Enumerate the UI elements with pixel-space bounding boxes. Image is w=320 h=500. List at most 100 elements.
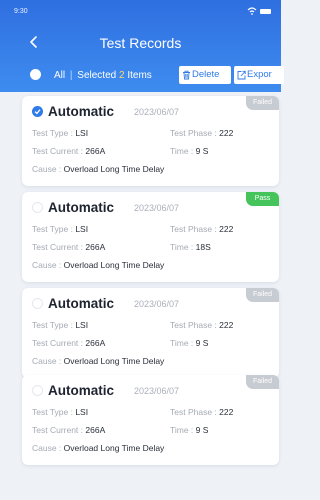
export-icon bbox=[237, 70, 246, 80]
time-field: Time : 9 S bbox=[170, 146, 208, 156]
export-label: Expor bbox=[247, 69, 272, 80]
nav-bar: Test Records bbox=[0, 26, 281, 58]
test-type-label: Test Type : bbox=[32, 320, 73, 330]
record-mode: Automatic bbox=[48, 104, 115, 119]
time-field: Time : 18S bbox=[170, 242, 211, 252]
selection-separator: | bbox=[69, 70, 73, 81]
cause-value: Overload Long Time Delay bbox=[63, 356, 165, 366]
trash-icon bbox=[183, 70, 190, 80]
select-all-label[interactable]: All bbox=[54, 70, 65, 81]
test-phase-value: 222 bbox=[219, 224, 234, 234]
test-current-label: Test Current : bbox=[32, 146, 84, 156]
test-current-label: Test Current : bbox=[32, 338, 84, 348]
test-type-field: Test Type : LSI bbox=[32, 320, 88, 330]
test-phase-label: Test Phase : bbox=[170, 320, 217, 330]
test-phase-field: Test Phase : 222 bbox=[170, 224, 233, 234]
time-label: Time : bbox=[170, 242, 194, 252]
test-phase-value: 222 bbox=[219, 407, 234, 417]
status-bar: 9:30 bbox=[0, 0, 281, 22]
record-card[interactable]: Automatic 2023/06/07 Failed Test Type : … bbox=[22, 375, 279, 465]
cause-value: Overload Long Time Delay bbox=[63, 164, 165, 174]
test-current-value: 266A bbox=[85, 425, 106, 435]
test-type-label: Test Type : bbox=[32, 128, 73, 138]
status-badge: Failed bbox=[246, 375, 279, 389]
test-type-label: Test Type : bbox=[32, 407, 73, 417]
test-phase-value: 222 bbox=[219, 128, 234, 138]
test-current-value: 266A bbox=[85, 338, 106, 348]
cause-label: Cause : bbox=[32, 164, 62, 174]
cause-value: Overload Long Time Delay bbox=[63, 443, 165, 453]
selected-label: Selected bbox=[77, 70, 117, 81]
cause-label: Cause : bbox=[32, 356, 62, 366]
test-current-label: Test Current : bbox=[32, 425, 84, 435]
record-date: 2023/06/07 bbox=[134, 299, 180, 309]
select-all-checkbox[interactable] bbox=[30, 69, 41, 80]
cause-field: Cause : Overload Long Time Delay bbox=[32, 260, 164, 270]
test-type-value: LSI bbox=[75, 224, 89, 234]
test-type-field: Test Type : LSI bbox=[32, 224, 88, 234]
selection-toolbar: All | Selected 2 Items Delete Expor bbox=[0, 62, 284, 88]
time-label: Time : bbox=[170, 425, 194, 435]
time-value: 9 S bbox=[195, 146, 209, 156]
cause-label: Cause : bbox=[32, 443, 62, 453]
export-button[interactable]: Expor bbox=[234, 66, 284, 84]
test-current-field: Test Current : 266A bbox=[32, 425, 105, 435]
record-card[interactable]: Automatic 2023/06/07 Pass Test Type : LS… bbox=[22, 192, 279, 282]
record-checkbox[interactable] bbox=[32, 298, 43, 309]
delete-button[interactable]: Delete bbox=[179, 66, 231, 84]
page-title: Test Records bbox=[99, 35, 182, 51]
status-badge: Failed bbox=[246, 96, 279, 110]
time-label: Time : bbox=[170, 146, 194, 156]
record-date: 2023/06/07 bbox=[134, 203, 180, 213]
record-checkbox[interactable] bbox=[32, 385, 43, 396]
test-phase-field: Test Phase : 222 bbox=[170, 128, 233, 138]
time-value: 9 S bbox=[195, 425, 209, 435]
delete-label: Delete bbox=[192, 69, 220, 80]
test-current-field: Test Current : 266A bbox=[32, 146, 105, 156]
record-card[interactable]: Automatic 2023/06/07 Failed Test Type : … bbox=[22, 288, 279, 378]
battery-icon bbox=[260, 9, 271, 14]
test-type-field: Test Type : LSI bbox=[32, 128, 88, 138]
status-time: 9:30 bbox=[14, 8, 28, 15]
time-field: Time : 9 S bbox=[170, 338, 208, 348]
time-field: Time : 9 S bbox=[170, 425, 208, 435]
cause-value: Overload Long Time Delay bbox=[63, 260, 165, 270]
record-card[interactable]: Automatic 2023/06/07 Failed Test Type : … bbox=[22, 96, 279, 186]
test-phase-label: Test Phase : bbox=[170, 224, 217, 234]
test-current-field: Test Current : 266A bbox=[32, 338, 105, 348]
selected-count: 2 bbox=[119, 70, 125, 81]
time-value: 18S bbox=[195, 242, 211, 252]
test-phase-label: Test Phase : bbox=[170, 407, 217, 417]
time-value: 9 S bbox=[195, 338, 209, 348]
record-mode: Automatic bbox=[48, 200, 115, 215]
test-type-value: LSI bbox=[75, 128, 89, 138]
check-icon bbox=[34, 109, 41, 115]
test-phase-field: Test Phase : 222 bbox=[170, 320, 233, 330]
record-date: 2023/06/07 bbox=[134, 386, 180, 396]
items-label: Items bbox=[127, 70, 152, 81]
test-phase-field: Test Phase : 222 bbox=[170, 407, 233, 417]
app-header: 9:30 Test Records All | Selected 2 Items… bbox=[0, 0, 284, 92]
record-checkbox[interactable] bbox=[32, 106, 43, 117]
test-current-label: Test Current : bbox=[32, 242, 84, 252]
test-current-field: Test Current : 266A bbox=[32, 242, 105, 252]
test-type-value: LSI bbox=[75, 407, 89, 417]
record-mode: Automatic bbox=[48, 383, 115, 398]
test-phase-label: Test Phase : bbox=[170, 128, 217, 138]
wifi-icon bbox=[247, 7, 257, 15]
time-label: Time : bbox=[170, 338, 194, 348]
test-phase-value: 222 bbox=[219, 320, 234, 330]
cause-field: Cause : Overload Long Time Delay bbox=[32, 443, 164, 453]
test-current-value: 266A bbox=[85, 242, 106, 252]
test-type-value: LSI bbox=[75, 320, 89, 330]
record-date: 2023/06/07 bbox=[134, 107, 180, 117]
selection-summary: All | Selected 2 Items bbox=[54, 70, 152, 81]
status-badge: Failed bbox=[246, 288, 279, 302]
test-current-value: 266A bbox=[85, 146, 106, 156]
test-type-field: Test Type : LSI bbox=[32, 407, 88, 417]
cause-field: Cause : Overload Long Time Delay bbox=[32, 164, 164, 174]
record-checkbox[interactable] bbox=[32, 202, 43, 213]
cause-label: Cause : bbox=[32, 260, 62, 270]
cause-field: Cause : Overload Long Time Delay bbox=[32, 356, 164, 366]
test-type-label: Test Type : bbox=[32, 224, 73, 234]
